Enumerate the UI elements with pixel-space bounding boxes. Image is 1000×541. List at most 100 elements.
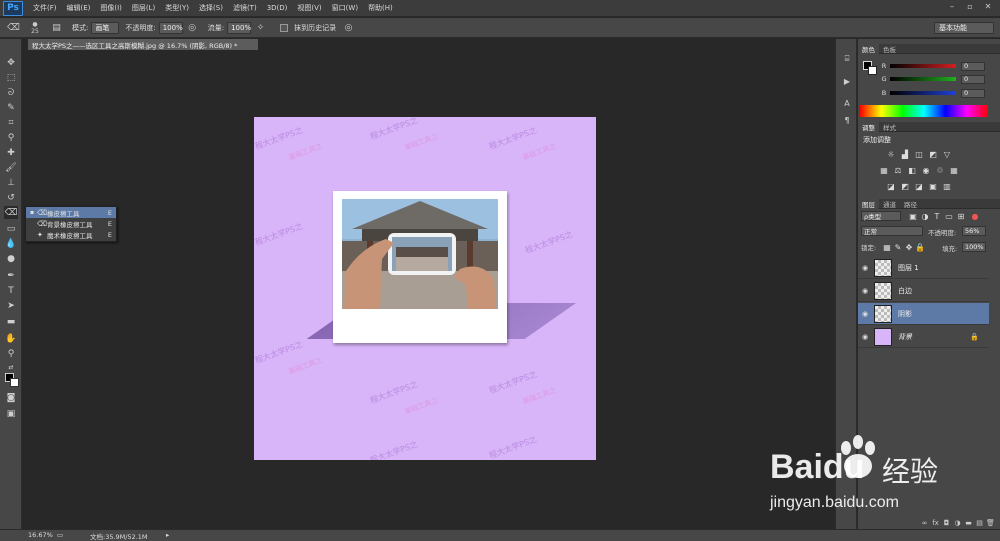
quick-select-tool-icon[interactable]: ✎ xyxy=(4,101,18,114)
character-panel-icon[interactable]: A xyxy=(841,97,853,109)
status-menu-arrow-icon[interactable]: ▸ xyxy=(166,531,169,539)
channel-value[interactable]: 0 xyxy=(961,74,985,84)
lock-all-icon[interactable]: 🔒 xyxy=(915,242,925,252)
filter-toggle-icon[interactable]: ● xyxy=(970,211,980,221)
menu-select[interactable]: 选择(S) xyxy=(194,3,228,13)
menu-view[interactable]: 视图(V) xyxy=(292,3,326,13)
flow-field[interactable]: 100% xyxy=(227,21,251,34)
new-group-icon[interactable]: ▬ xyxy=(963,519,974,527)
flyout-item-magic-eraser[interactable]: ✦ 魔术橡皮擦工具 E xyxy=(26,229,116,240)
menu-layer[interactable]: 图层(L) xyxy=(127,3,160,13)
gradient-tool-icon[interactable]: ▭ xyxy=(4,222,18,235)
history-brush-tool-icon[interactable]: ↺ xyxy=(4,191,18,204)
delete-layer-icon[interactable]: 🗑 xyxy=(985,519,996,527)
shape-tool-icon[interactable]: ▬ xyxy=(4,315,18,328)
tab-channels[interactable]: 通道 xyxy=(879,199,900,209)
mode-select[interactable]: 画笔 xyxy=(91,21,120,34)
lock-transparency-icon[interactable]: ▦ xyxy=(882,242,892,252)
adjustment-layer-icon[interactable]: ◑ xyxy=(952,519,963,527)
flyout-item-background-eraser[interactable]: ⌫ 背景橡皮擦工具 E xyxy=(26,218,116,229)
layer-row[interactable]: ◉ 图层 1 xyxy=(858,257,989,279)
background-color-swatch[interactable] xyxy=(10,378,19,387)
threshold-icon[interactable]: ◪ xyxy=(914,181,924,191)
channel-value[interactable]: 0 xyxy=(961,61,985,71)
flyout-item-eraser[interactable]: ▪ ⌫ 橡皮擦工具 E xyxy=(26,207,116,218)
layer-row[interactable]: ◉ 白边 xyxy=(858,280,989,302)
brush-panel-icon[interactable]: ▤ xyxy=(50,21,63,34)
visibility-eye-icon[interactable]: ◉ xyxy=(858,310,872,318)
maximize-icon[interactable]: ▫ xyxy=(964,2,976,13)
layer-filter-select[interactable]: ρ类型 xyxy=(861,211,901,221)
color-slider-b[interactable]: B 0 xyxy=(878,88,998,98)
color-lookup-icon[interactable]: ▦ xyxy=(949,165,959,175)
photo-filter-icon[interactable]: ◉ xyxy=(921,165,931,175)
layer-row-selected[interactable]: ◉ 阴影 xyxy=(858,303,989,325)
menu-help[interactable]: 帮助(H) xyxy=(363,3,398,13)
dodge-tool-icon[interactable]: ● xyxy=(4,252,18,265)
new-layer-icon[interactable]: ▤ xyxy=(974,519,985,527)
slider-track[interactable] xyxy=(890,77,956,81)
filter-shape-icon[interactable]: ▭ xyxy=(944,211,954,221)
quick-mask-icon[interactable]: ◙ xyxy=(4,391,18,404)
screen-mode-icon[interactable]: ▣ xyxy=(4,407,18,420)
channel-mixer-icon[interactable]: ♲ xyxy=(935,165,945,175)
black-white-icon[interactable]: ◧ xyxy=(907,165,917,175)
menu-3d[interactable]: 3D(D) xyxy=(262,4,293,12)
history-panel-icon[interactable]: ⌸ xyxy=(841,53,853,65)
opacity-field[interactable]: 100% xyxy=(158,21,183,34)
marquee-tool-icon[interactable]: ⬚ xyxy=(4,71,18,84)
paragraph-panel-icon[interactable]: ¶ xyxy=(841,114,853,126)
workspace-select[interactable]: 基本功能 xyxy=(934,22,994,34)
close-icon[interactable]: ✕ xyxy=(982,2,994,13)
filter-adjust-icon[interactable]: ◑ xyxy=(920,211,930,221)
tab-adjustments[interactable]: 调整 xyxy=(858,121,879,132)
minimize-icon[interactable]: – xyxy=(946,2,958,13)
invert-icon[interactable]: ◪ xyxy=(886,181,896,191)
actions-panel-icon[interactable]: ▶ xyxy=(841,75,853,87)
crop-tool-icon[interactable]: ⌗ xyxy=(4,116,18,129)
visibility-eye-icon[interactable]: ◉ xyxy=(858,264,872,272)
hand-tool-icon[interactable]: ✋ xyxy=(4,332,18,345)
eraser-tool-icon[interactable]: ⌫ xyxy=(4,206,18,219)
color-slider-r[interactable]: R 0 xyxy=(878,61,998,71)
gradient-map-icon[interactable]: ▥ xyxy=(942,181,952,191)
healing-brush-tool-icon[interactable]: ✚ xyxy=(4,146,18,159)
menu-type[interactable]: 类型(Y) xyxy=(160,3,194,13)
menu-image[interactable]: 图像(I) xyxy=(95,3,127,13)
type-tool-icon[interactable]: T xyxy=(4,284,18,297)
erase-history-checkbox[interactable] xyxy=(280,23,289,32)
curves-icon[interactable]: ◫ xyxy=(914,149,924,159)
color-slider-g[interactable]: G 0 xyxy=(878,74,998,84)
filter-type-icon[interactable]: T xyxy=(932,211,942,221)
slider-track[interactable] xyxy=(890,91,956,95)
tab-layers[interactable]: 图层 xyxy=(858,198,879,209)
menu-window[interactable]: 窗口(W) xyxy=(327,3,363,13)
color-spectrum-bar[interactable] xyxy=(860,105,988,117)
zoom-level[interactable]: 16.67% xyxy=(28,531,53,539)
stamp-tool-icon[interactable]: ⊥ xyxy=(4,176,18,189)
pressure-opacity-icon[interactable]: ◎ xyxy=(186,21,199,34)
selective-color-icon[interactable]: ▣ xyxy=(928,181,938,191)
eyedropper-tool-icon[interactable]: ⚲ xyxy=(4,131,18,144)
vibrance-icon[interactable]: ▽ xyxy=(942,149,952,159)
move-tool-icon[interactable]: ✥ xyxy=(4,56,18,69)
airbrush-icon[interactable]: ✧ xyxy=(254,21,267,34)
slider-track[interactable] xyxy=(890,64,956,68)
posterize-icon[interactable]: ◩ xyxy=(900,181,910,191)
levels-icon[interactable]: ▟ xyxy=(900,149,910,159)
blend-mode-select[interactable]: 正常 xyxy=(861,226,923,236)
fill-field[interactable]: 100% xyxy=(962,242,986,252)
eraser-tool-icon[interactable]: ⌫ xyxy=(7,21,20,34)
color-balance-icon[interactable]: ⚖ xyxy=(893,165,903,175)
visibility-eye-icon[interactable]: ◉ xyxy=(858,333,872,341)
brush-size-picker[interactable]: ● 25 xyxy=(26,21,44,35)
blur-tool-icon[interactable]: 💧 xyxy=(4,237,18,250)
menu-file[interactable]: 文件(F) xyxy=(28,3,62,13)
visibility-eye-icon[interactable]: ◉ xyxy=(858,287,872,295)
bg-color-swatch[interactable] xyxy=(868,66,877,75)
zoom-tool-icon[interactable]: ⚲ xyxy=(4,347,18,360)
exposure-icon[interactable]: ◩ xyxy=(928,149,938,159)
layer-row[interactable]: ◉ 背景 🔒 xyxy=(858,326,989,348)
brush-tool-icon[interactable]: 🖌 xyxy=(4,161,18,174)
lock-position-icon[interactable]: ✥ xyxy=(904,242,914,252)
